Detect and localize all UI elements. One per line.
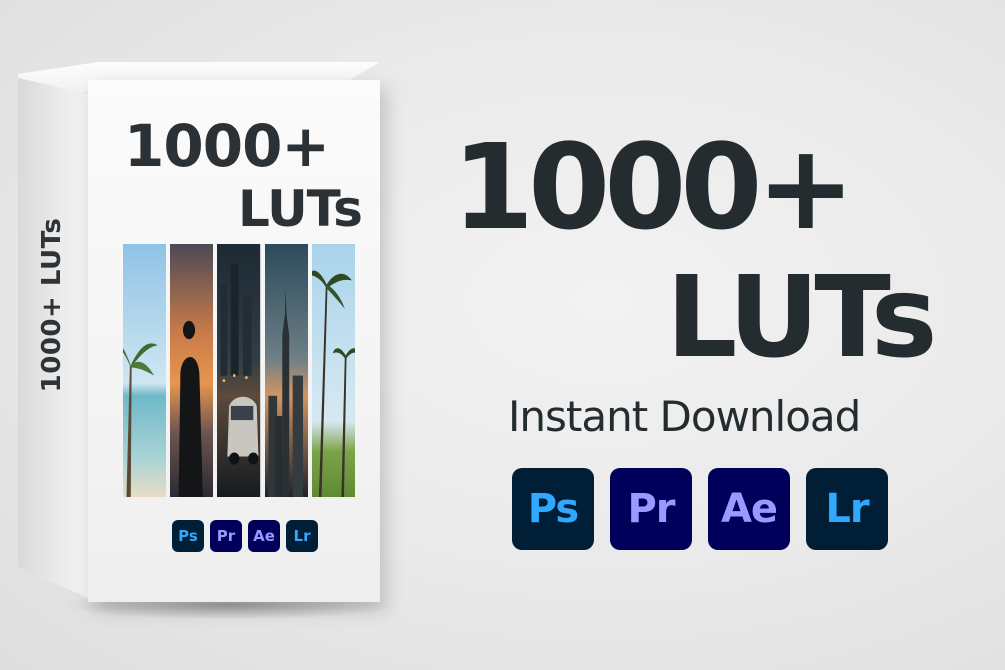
silhouette-photo xyxy=(170,244,214,497)
box-photoshop-icon: Ps xyxy=(172,520,204,552)
photoshop-icon: Ps xyxy=(512,468,594,550)
beach-photo xyxy=(123,244,167,497)
box-title-line2: LUTs xyxy=(238,180,363,238)
box-side-text: 1000+ LUTs xyxy=(37,217,67,393)
after-effects-icon: Ae xyxy=(708,468,790,550)
box-app-icons: Ps Pr Ae Lr xyxy=(172,520,318,552)
hero-subtitle: Instant Download xyxy=(508,392,861,441)
box-title-line1: 1000+ xyxy=(124,112,330,180)
box-front-face: 1000+ LUTs Ps Pr Ae Lr xyxy=(88,80,380,602)
hero-title-line1: 1000+ xyxy=(452,118,855,256)
photo-strips xyxy=(123,244,356,497)
night-city-photo xyxy=(217,244,261,497)
box-after-effects-icon: Ae xyxy=(248,520,280,552)
lightroom-icon: Lr xyxy=(806,468,888,550)
hero-title-line2: LUTs xyxy=(666,253,938,383)
palm-trees-photo xyxy=(311,244,356,497)
skyline-photo xyxy=(264,244,308,497)
box-premiere-pro-icon: Pr xyxy=(210,520,242,552)
box-lightroom-icon: Lr xyxy=(286,520,318,552)
premiere-pro-icon: Pr xyxy=(610,468,692,550)
app-icons: Ps Pr Ae Lr xyxy=(512,468,888,550)
